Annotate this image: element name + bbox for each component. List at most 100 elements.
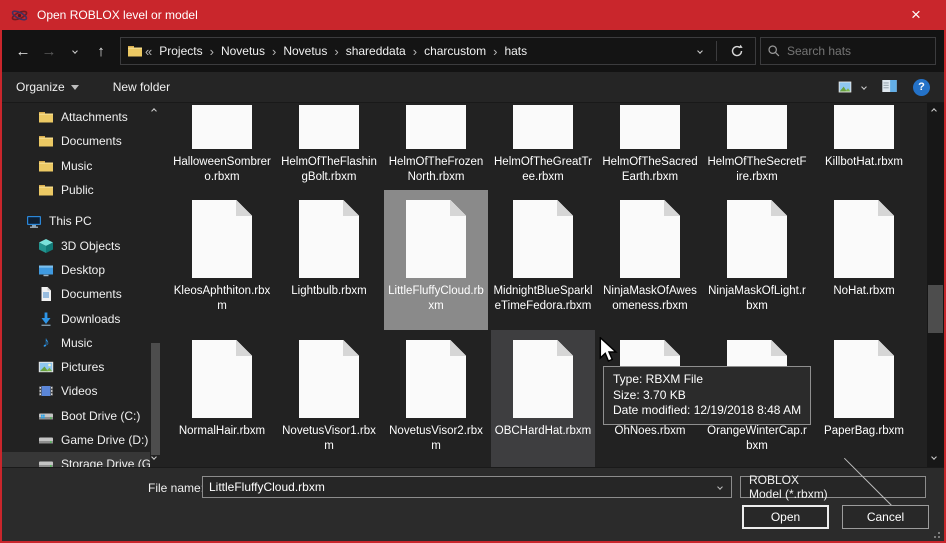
scrollbar-thumb[interactable] [928, 285, 943, 333]
preview-pane-button[interactable] [880, 78, 899, 97]
sidebar-label: 3D Objects [61, 239, 120, 253]
file-item[interactable]: HelmOfTheFrozenNorth.rbxm [384, 103, 488, 190]
cancel-button[interactable]: Cancel [842, 505, 929, 529]
file-name: PaperBag.rbxm [814, 424, 914, 439]
scrollbar-thumb[interactable] [151, 343, 160, 455]
file-item[interactable]: MidnightBlueSparkleTimeFedora.rbxm [491, 190, 595, 330]
search-input[interactable] [787, 44, 917, 58]
new-folder-button[interactable]: New folder [113, 80, 170, 94]
file-item[interactable]: NovetusVisor2.rbxm [384, 330, 488, 467]
sidebar-item-desktop[interactable]: Desktop [2, 258, 150, 282]
sidebar-item-game-drive-d[interactable]: Game Drive (D:) [2, 428, 150, 452]
file-item[interactable]: Lightbulb.rbxm [277, 190, 381, 330]
sidebar-item-public[interactable]: Public [2, 178, 150, 202]
resize-grip[interactable] [932, 530, 940, 538]
sidebar-item-documents-top[interactable]: Documents [2, 129, 150, 153]
scroll-down-icon[interactable] [151, 454, 157, 460]
file-icon [834, 340, 894, 418]
refresh-icon[interactable] [729, 43, 745, 59]
picture-icon [38, 359, 54, 375]
up-button[interactable]: ↑ [88, 38, 114, 64]
file-icon [299, 340, 359, 418]
file-name: HalloweenSombrero.rbxm [172, 155, 272, 185]
file-name: HelmOfTheGreatTree.rbxm [493, 155, 593, 185]
file-item-hovered[interactable]: OBCHardHat.rbxm [491, 330, 595, 467]
sidebar-group-gap [2, 202, 150, 209]
help-button[interactable]: ? [913, 79, 930, 96]
sidebar-item-3d-objects[interactable]: 3D Objects [2, 233, 150, 257]
sidebar-item-attachments[interactable]: Attachments [2, 105, 150, 129]
sidebar-item-boot-drive-c[interactable]: Boot Drive (C:) [2, 404, 150, 428]
change-view-button[interactable] [836, 80, 866, 94]
mouse-cursor [598, 337, 620, 363]
file-row-3: NormalHair.rbxm NovetusVisor1.rbxm Novet… [170, 330, 927, 467]
file-name: NoHat.rbxm [814, 284, 914, 299]
file-type-value: ROBLOX Model (*.rbxm) [749, 473, 833, 501]
file-name: HelmOfTheFrozenNorth.rbxm [386, 155, 486, 185]
file-name: NovetusVisor1.rbxm [279, 424, 379, 454]
file-item[interactable]: PaperBag.rbxm [812, 330, 916, 467]
file-item[interactable]: HelmOfTheFlashingBolt.rbxm [277, 103, 381, 190]
sidebar-item-pictures[interactable]: Pictures [2, 355, 150, 379]
scroll-down-icon[interactable] [931, 454, 937, 460]
file-name: LittleFluffyCloud.rbxm [386, 284, 486, 314]
sidebar-item-this-pc[interactable]: This PC [2, 209, 150, 233]
navigation-bar: ← → ↑ « Projects › Novetus › Novetus › s… [2, 30, 944, 72]
file-item[interactable]: KleosAphthiton.rbxm [170, 190, 274, 330]
search-box[interactable] [760, 37, 936, 65]
scroll-up-icon[interactable] [151, 108, 157, 114]
sidebar-item-storage-drive-g[interactable]: Storage Drive (G [2, 452, 150, 467]
sidebar-scrollbar[interactable] [150, 103, 162, 467]
breadcrumb-charcustom[interactable]: charcustom [419, 44, 491, 58]
file-item-selected[interactable]: LittleFluffyCloud.rbxm [384, 190, 488, 330]
sidebar-item-videos[interactable]: Videos [2, 379, 150, 403]
download-icon [38, 311, 54, 327]
scroll-up-icon[interactable] [931, 108, 937, 114]
breadcrumb-separator: › [491, 44, 499, 59]
file-name: MidnightBlueSparkleTimeFedora.rbxm [493, 284, 593, 314]
organize-button[interactable]: Organize [16, 80, 79, 94]
file-icon [620, 105, 680, 149]
file-item[interactable]: HalloweenSombrero.rbxm [170, 103, 274, 190]
breadcrumb-hats[interactable]: hats [499, 44, 532, 58]
file-item[interactable]: NoHat.rbxm [812, 190, 916, 330]
open-button[interactable]: Open [742, 505, 829, 529]
file-list-scrollbar[interactable] [927, 103, 944, 467]
address-dropdown-icon[interactable] [697, 48, 703, 54]
sidebar-item-downloads[interactable]: Downloads [2, 306, 150, 330]
file-item[interactable]: NovetusVisor1.rbxm [277, 330, 381, 467]
file-type-dropdown[interactable]: ROBLOX Model (*.rbxm) [740, 476, 926, 498]
folder-icon [38, 158, 54, 174]
breadcrumb-novetus-2[interactable]: Novetus [278, 44, 332, 58]
computer-icon [26, 213, 42, 229]
file-item[interactable]: KillbotHat.rbxm [812, 103, 916, 190]
chevron-down-icon[interactable] [717, 484, 723, 490]
sidebar-label: Boot Drive (C:) [61, 409, 140, 423]
file-item[interactable]: NinjaMaskOfAwesomeness.rbxm [598, 190, 702, 330]
recent-locations-button[interactable] [62, 38, 88, 64]
forward-button[interactable]: → [36, 38, 62, 64]
sidebar-item-documents[interactable]: Documents [2, 282, 150, 306]
sidebar-item-music-top[interactable]: Music [2, 154, 150, 178]
file-name-combobox[interactable] [202, 476, 732, 498]
file-icon [192, 105, 252, 149]
document-icon [38, 286, 54, 302]
breadcrumb-overflow[interactable]: « [143, 44, 154, 59]
tooltip-modified: Date modified: 12/19/2018 8:48 AM [613, 403, 801, 419]
address-bar[interactable]: « Projects › Novetus › Novetus › sharedd… [120, 37, 756, 65]
close-button[interactable]: × [896, 0, 936, 30]
breadcrumb-shareddata[interactable]: shareddata [341, 44, 411, 58]
title-bar[interactable]: Open ROBLOX level or model × [0, 0, 946, 30]
breadcrumb-projects[interactable]: Projects [154, 44, 207, 58]
file-name-input[interactable] [203, 480, 718, 494]
file-item[interactable]: NormalHair.rbxm [170, 330, 274, 467]
command-toolbar: Organize New folder ? [2, 72, 944, 103]
file-item[interactable]: NinjaMaskOfLight.rbxm [705, 190, 809, 330]
breadcrumb-novetus-1[interactable]: Novetus [216, 44, 270, 58]
file-item[interactable]: HelmOfTheSacredEarth.rbxm [598, 103, 702, 190]
sidebar-item-music[interactable]: ♪ Music [2, 331, 150, 355]
folder-icon [38, 182, 54, 198]
file-item[interactable]: HelmOfTheSecretFire.rbxm [705, 103, 809, 190]
back-button[interactable]: ← [10, 38, 36, 64]
file-item[interactable]: HelmOfTheGreatTree.rbxm [491, 103, 595, 190]
